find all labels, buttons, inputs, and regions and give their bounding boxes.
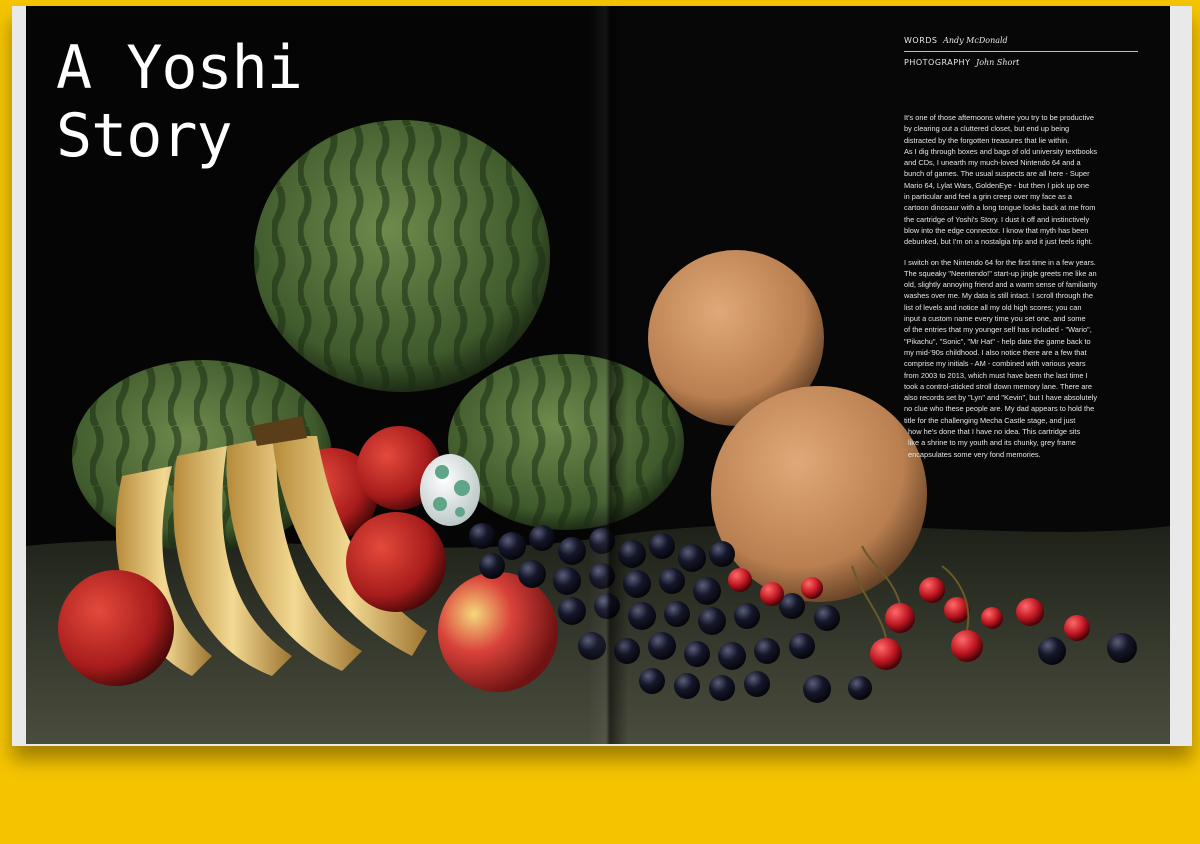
- text-line: by clearing out a cluttered closet, but …: [904, 124, 1070, 134]
- magazine-spread: A Yoshi Story WORDS Andy McDonald PHOTOG…: [12, 6, 1192, 746]
- text-line: the cartridge of Yoshi's Story. I dust i…: [904, 214, 1090, 224]
- credits-block: WORDS Andy McDonald PHOTOGRAPHY John Sho…: [904, 34, 1138, 73]
- title-line-1: A Yoshi: [56, 33, 303, 103]
- text-line: bunch of games. The usual suspects are a…: [904, 169, 1090, 179]
- text-line: list of levels and notice all my old hig…: [904, 302, 1082, 312]
- text-line: and CDs, I unearth my much-loved Nintend…: [904, 158, 1081, 168]
- text-line: in particular and feel a grin creep over…: [904, 192, 1073, 202]
- text-line: Mario 64, Lylat Wars, GoldenEye - but th…: [904, 180, 1090, 190]
- title-line-2: Story: [56, 101, 233, 171]
- credit-label: PHOTOGRAPHY: [904, 58, 971, 67]
- text-line: also records set by "Lyn" and "Kevin", b…: [904, 393, 1098, 403]
- text-line: old, slightly annoying friend and a warm…: [904, 280, 1098, 290]
- text-line: title for the challenging Mecha Castle s…: [904, 415, 1076, 425]
- body-paragraph-1: It's one of those afternoons where you t…: [904, 112, 1140, 248]
- text-line: my mid-'90s childhood. I also notice the…: [904, 347, 1087, 357]
- text-line: how he's done that I have no idea. This …: [908, 427, 1081, 437]
- credit-photography: PHOTOGRAPHY John Short: [904, 56, 1138, 73]
- text-line: no clue who these people are. My dad app…: [904, 404, 1095, 414]
- article-title: A Yoshi Story: [56, 33, 303, 171]
- text-line: of the entries that my younger self has …: [904, 325, 1092, 335]
- text-line: like a shrine to my youth and its chunky…: [908, 438, 1076, 448]
- article-body: It's one of those afternoons where you t…: [904, 112, 1140, 469]
- text-line: washes over me. My data is still intact.…: [904, 291, 1093, 301]
- text-line: It's one of those afternoons where you t…: [904, 113, 1094, 122]
- text-line: blow into the edge connector. I know tha…: [904, 225, 1089, 235]
- text-line: comprise my initials - AM - combined wit…: [904, 359, 1086, 369]
- text-line: input a custom name every time you set o…: [904, 314, 1086, 324]
- text-line: I switch on the Nintendo 64 for the firs…: [904, 257, 1096, 267]
- text-line: As I dig through boxes and bags of old u…: [904, 146, 1098, 156]
- credit-label: WORDS: [904, 36, 938, 45]
- body-paragraph-2: I switch on the Nintendo 64 for the firs…: [904, 257, 1140, 460]
- credit-name: Andy McDonald: [943, 36, 1008, 45]
- text-line: "Pikachu", "Sonic", "Mr Hat" - help date…: [904, 336, 1091, 346]
- credit-words: WORDS Andy McDonald: [904, 34, 1138, 52]
- credit-name: John Short: [976, 58, 1020, 67]
- text-line: distracted by the forgotten treasures th…: [904, 135, 1070, 145]
- text-line: The squeaky "Neentendo!" start-up jingle…: [904, 268, 1097, 278]
- text-line: encapsulates some very fond memories.: [908, 449, 1041, 459]
- text-line: cartoon dinosaur with a long tongue look…: [904, 203, 1096, 213]
- text-line: took a control-sticked stroll down memor…: [904, 381, 1092, 391]
- text-line: from 2003 to 2013, which must have been …: [904, 370, 1088, 380]
- text-line: debunked, but I'm on a nostalgia trip an…: [904, 237, 1093, 247]
